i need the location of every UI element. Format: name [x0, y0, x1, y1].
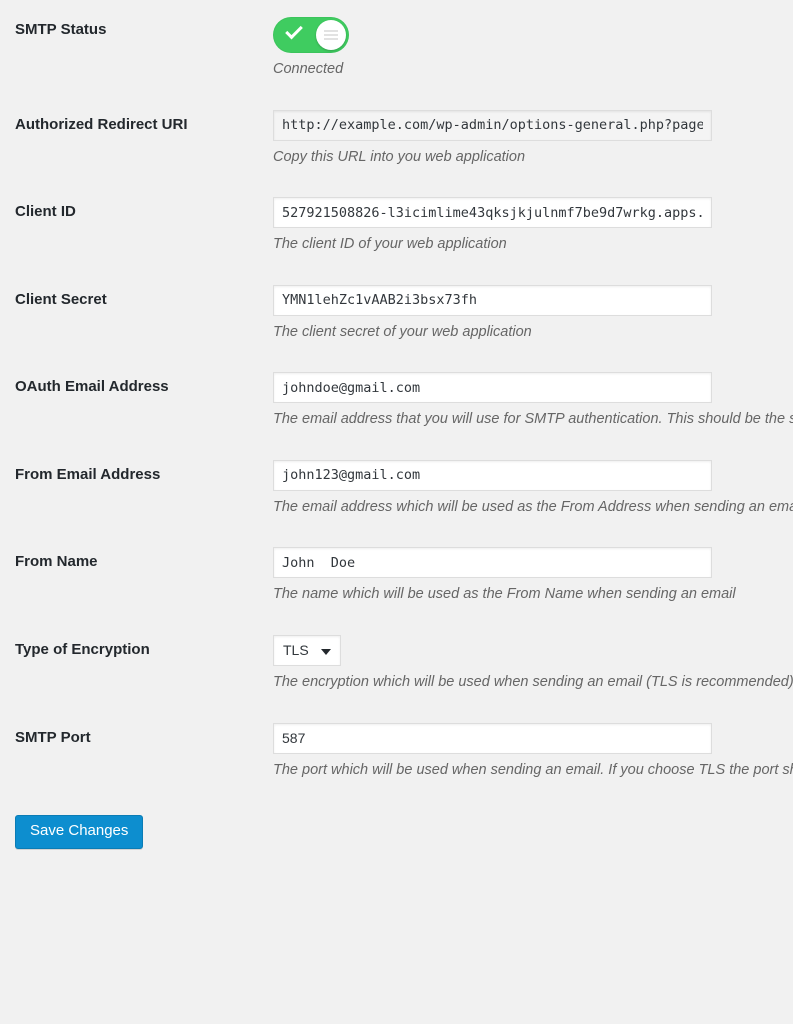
oauth-email-address-input[interactable] — [273, 372, 712, 404]
field-authorized-redirect-uri: Copy this URL into you web application — [273, 95, 793, 183]
type-of-encryption-select[interactable]: TLS — [273, 634, 341, 666]
row-oauth-email-address: OAuth Email Address The email address th… — [0, 357, 793, 445]
row-authorized-redirect-uri: Authorized Redirect URI Copy this URL in… — [0, 95, 793, 183]
row-smtp-port: SMTP Port The port which will be used wh… — [0, 708, 793, 796]
label-client-secret: Client Secret — [15, 290, 107, 308]
field-client-secret: The client secret of your web applicatio… — [273, 270, 793, 358]
smtp-status-text: Connected — [273, 61, 344, 77]
chevron-down-icon — [321, 648, 331, 655]
from-name-description: The name which will be used as the From … — [273, 586, 736, 603]
smtp-settings-form: SMTP Status Connected Authorized Redirec… — [0, 0, 793, 795]
row-client-id: Client ID The client ID of your web appl… — [0, 182, 793, 270]
smtp-port-input[interactable] — [273, 722, 712, 754]
save-changes-button[interactable]: Save Changes — [15, 815, 144, 849]
smtp-port-description: The port which will be used when sending… — [273, 761, 793, 778]
from-email-address-description: The email address which will be used as … — [273, 498, 793, 515]
grip-line-icon — [324, 38, 338, 40]
field-smtp-port: The port which will be used when sending… — [273, 708, 793, 796]
row-from-email-address: From Email Address The email address whi… — [0, 445, 793, 533]
field-smtp-status: Connected — [273, 0, 793, 95]
field-oauth-email-address: The email address that you will use for … — [273, 357, 793, 445]
smtp-status-toggle-wrap — [273, 15, 793, 53]
label-client-id: Client ID — [15, 203, 76, 221]
grip-line-icon — [324, 30, 338, 32]
authorized-redirect-uri-description: Copy this URL into you web application — [273, 148, 526, 165]
label-type-of-encryption: Type of Encryption — [15, 640, 150, 658]
field-type-of-encryption: TLS The encryption which will be used wh… — [273, 620, 793, 708]
authorized-redirect-uri-input[interactable] — [273, 109, 712, 141]
grip-line-icon — [324, 34, 338, 36]
label-from-name: From Name — [15, 553, 98, 571]
from-name-input[interactable] — [273, 547, 712, 579]
row-smtp-status: SMTP Status Connected — [0, 0, 793, 95]
toggle-knob — [316, 20, 346, 50]
field-from-name: The name which will be used as the From … — [273, 532, 793, 620]
from-email-address-input[interactable] — [273, 459, 712, 491]
client-id-description: The client ID of your web application — [273, 236, 507, 253]
row-from-name: From Name The name which will be used as… — [0, 532, 793, 620]
submit-area: Save Changes — [0, 795, 793, 849]
type-of-encryption-value: TLS — [283, 641, 309, 658]
smtp-status-toggle[interactable] — [273, 17, 349, 53]
label-oauth-email-address: OAuth Email Address — [15, 378, 169, 396]
field-from-email-address: The email address which will be used as … — [273, 445, 793, 533]
client-id-input[interactable] — [273, 197, 712, 229]
type-of-encryption-description: The encryption which will be used when s… — [273, 673, 793, 690]
label-smtp-status: SMTP Status — [15, 21, 107, 38]
label-smtp-port: SMTP Port — [15, 728, 91, 746]
check-icon — [285, 21, 303, 40]
label-authorized-redirect-uri: Authorized Redirect URI — [15, 115, 188, 133]
label-from-email-address: From Email Address — [15, 465, 161, 483]
row-type-of-encryption: Type of Encryption TLS The encryption wh… — [0, 620, 793, 708]
client-secret-input[interactable] — [273, 284, 712, 316]
row-client-secret: Client Secret The client secret of your … — [0, 270, 793, 358]
oauth-email-address-description: The email address that you will use for … — [273, 411, 793, 428]
field-client-id: The client ID of your web application — [273, 182, 793, 270]
client-secret-description: The client secret of your web applicatio… — [273, 323, 532, 340]
